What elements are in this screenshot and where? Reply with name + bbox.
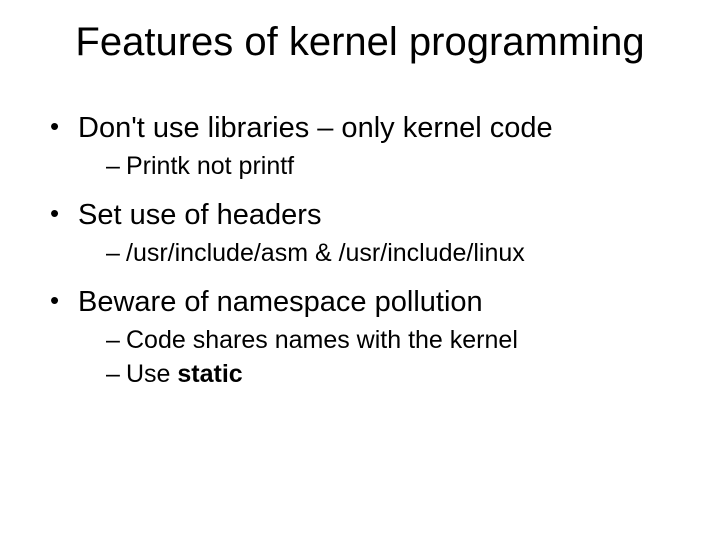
sub-bullet-text-bold: static bbox=[177, 360, 242, 388]
sub-bullet-list: /usr/include/asm & /usr/include/linux bbox=[78, 237, 690, 270]
sub-bullet-item: Printk not printf bbox=[106, 150, 690, 183]
sub-bullet-text: /usr/include/asm & /usr/include/linux bbox=[126, 239, 525, 267]
slide-title: Features of kernel programming bbox=[30, 20, 690, 65]
sub-bullet-text: Use bbox=[126, 360, 177, 388]
sub-bullet-list: Code shares names with the kernel Use st… bbox=[78, 324, 690, 391]
slide: Features of kernel programming Don't use… bbox=[0, 0, 720, 540]
bullet-list: Don't use libraries – only kernel code P… bbox=[30, 110, 690, 391]
sub-bullet-item: Use static bbox=[106, 358, 690, 391]
bullet-text: Beware of namespace pollution bbox=[78, 286, 483, 318]
bullet-item: Set use of headers /usr/include/asm & /u… bbox=[50, 197, 690, 270]
bullet-text: Set use of headers bbox=[78, 199, 321, 231]
bullet-text: Don't use libraries – only kernel code bbox=[78, 112, 553, 144]
sub-bullet-text: Printk not printf bbox=[126, 152, 294, 180]
sub-bullet-text: Code shares names with the kernel bbox=[126, 326, 518, 354]
bullet-item: Beware of namespace pollution Code share… bbox=[50, 284, 690, 391]
sub-bullet-item: Code shares names with the kernel bbox=[106, 324, 690, 357]
bullet-item: Don't use libraries – only kernel code P… bbox=[50, 110, 690, 183]
sub-bullet-item: /usr/include/asm & /usr/include/linux bbox=[106, 237, 690, 270]
sub-bullet-list: Printk not printf bbox=[78, 150, 690, 183]
